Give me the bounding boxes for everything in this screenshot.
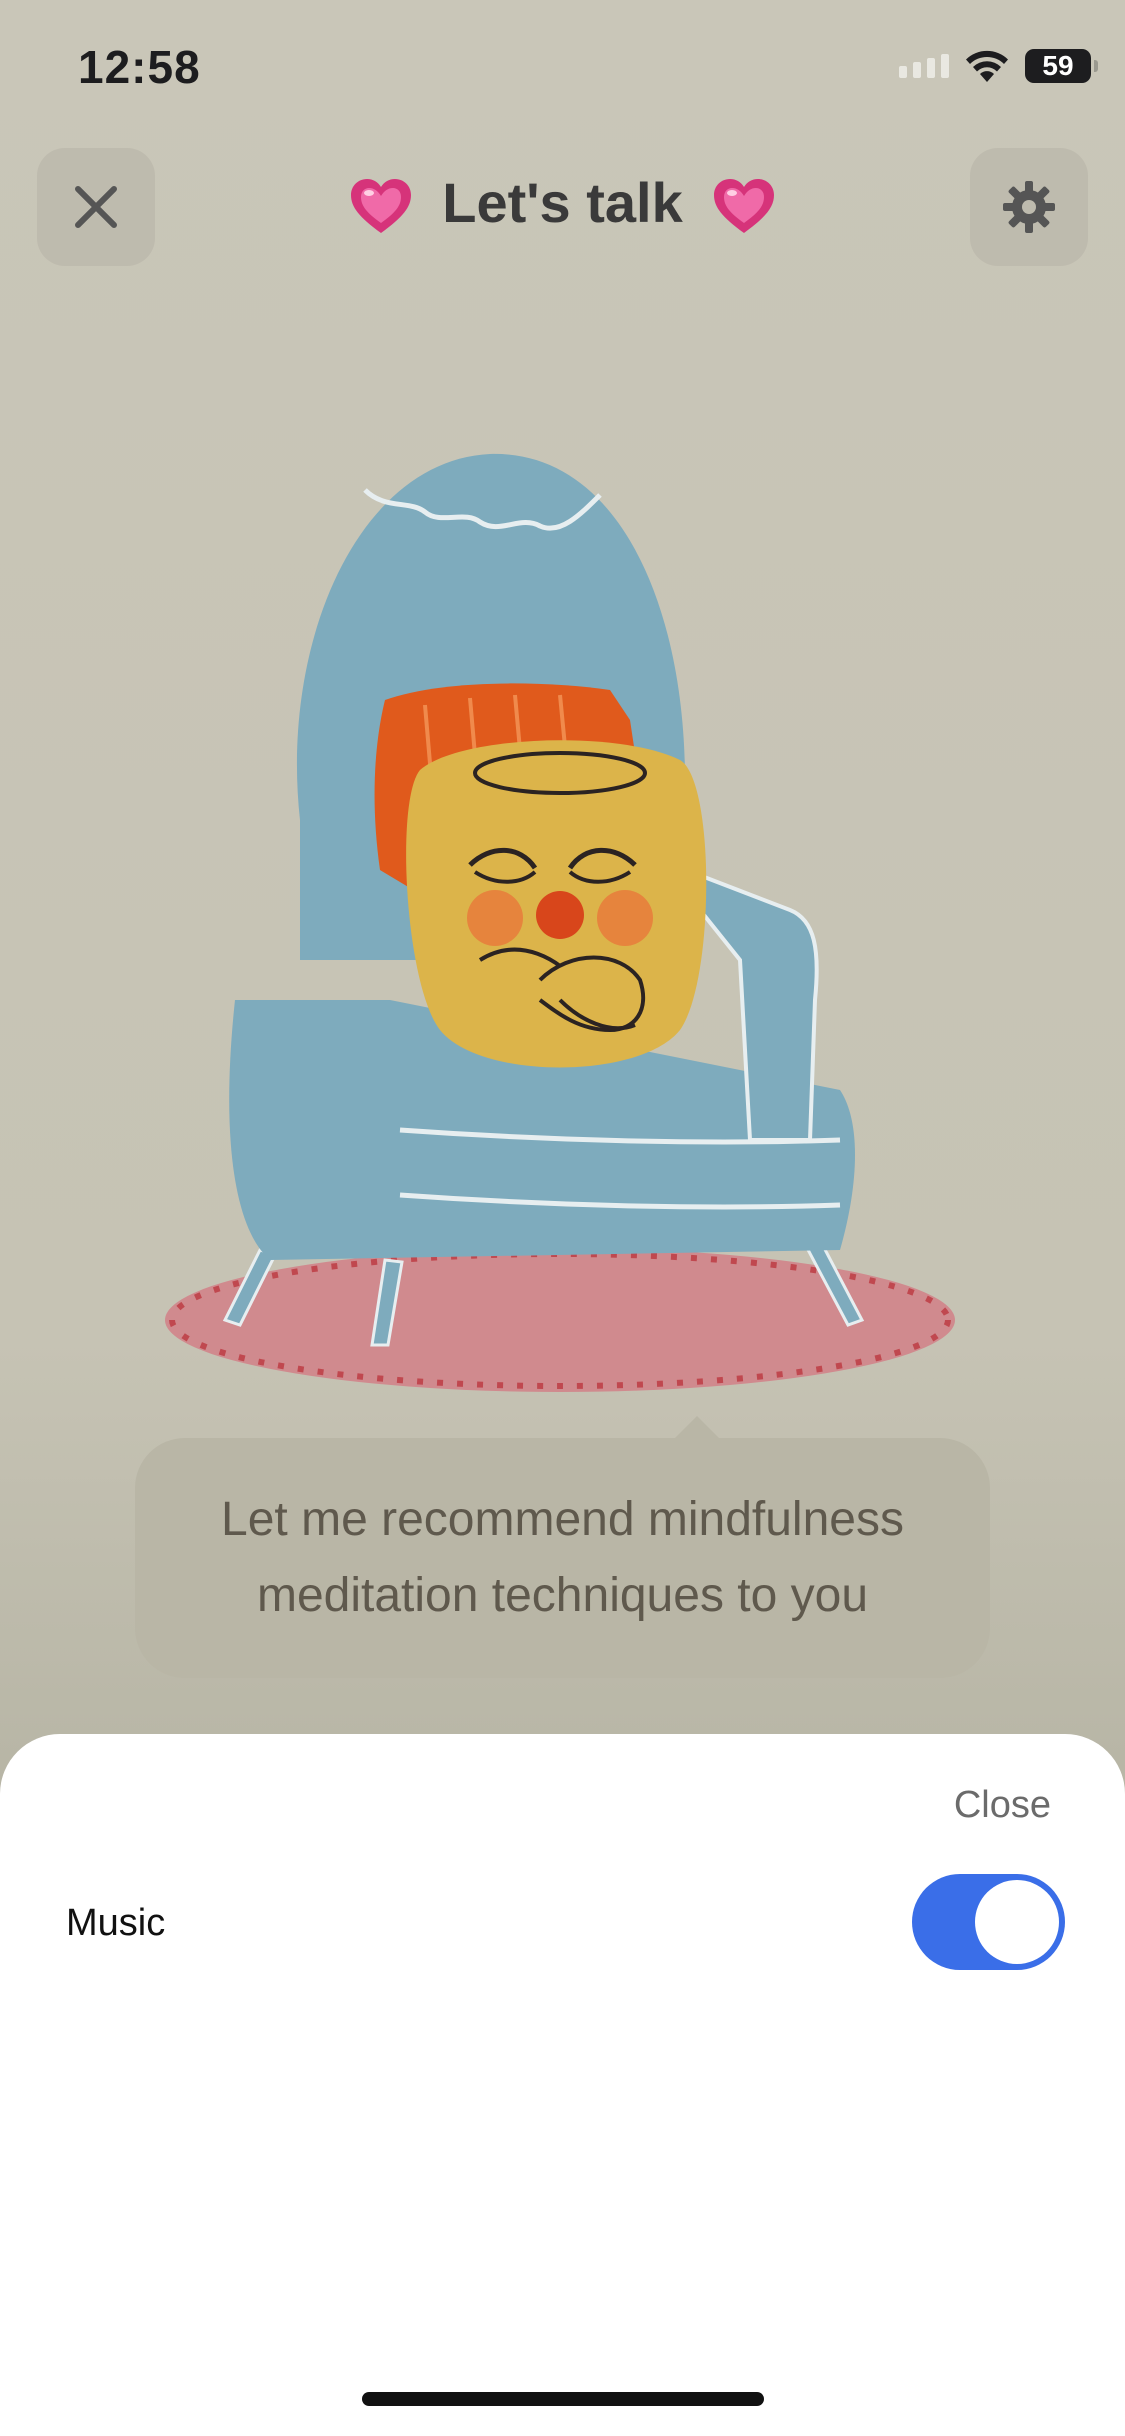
settings-button[interactable] bbox=[970, 148, 1088, 266]
sheet-close-button[interactable]: Close bbox=[954, 1784, 1051, 1827]
gear-icon bbox=[1003, 181, 1055, 233]
pink-heart-icon bbox=[714, 179, 775, 234]
screen: 12:58 59 Let's talk Let me recommend min… bbox=[0, 0, 1125, 2436]
home-indicator[interactable] bbox=[362, 2392, 764, 2406]
bubble-line-2: meditation techniques to you bbox=[256, 1569, 869, 1622]
pink-heart-icon bbox=[350, 179, 411, 234]
settings-sheet: Close Music bbox=[0, 1734, 1125, 2436]
status-icons: 59 bbox=[899, 48, 1098, 84]
toggle-knob bbox=[975, 1880, 1059, 1964]
bubble-line-1: Let me recommend mindfulness bbox=[221, 1493, 904, 1546]
character-on-armchair-illustration bbox=[165, 453, 955, 1392]
cellular-signal-icon bbox=[899, 54, 949, 78]
battery-icon: 59 bbox=[1025, 49, 1098, 83]
page-title: Let's talk bbox=[0, 170, 1125, 237]
wifi-icon bbox=[966, 50, 1008, 82]
recommendation-bubble: Let me recommend mindfulness meditation … bbox=[135, 1416, 990, 1678]
music-toggle[interactable] bbox=[912, 1874, 1065, 1970]
status-time: 12:58 bbox=[78, 41, 201, 93]
music-label: Music bbox=[66, 1902, 166, 1944]
title-text: Let's talk bbox=[442, 171, 683, 234]
